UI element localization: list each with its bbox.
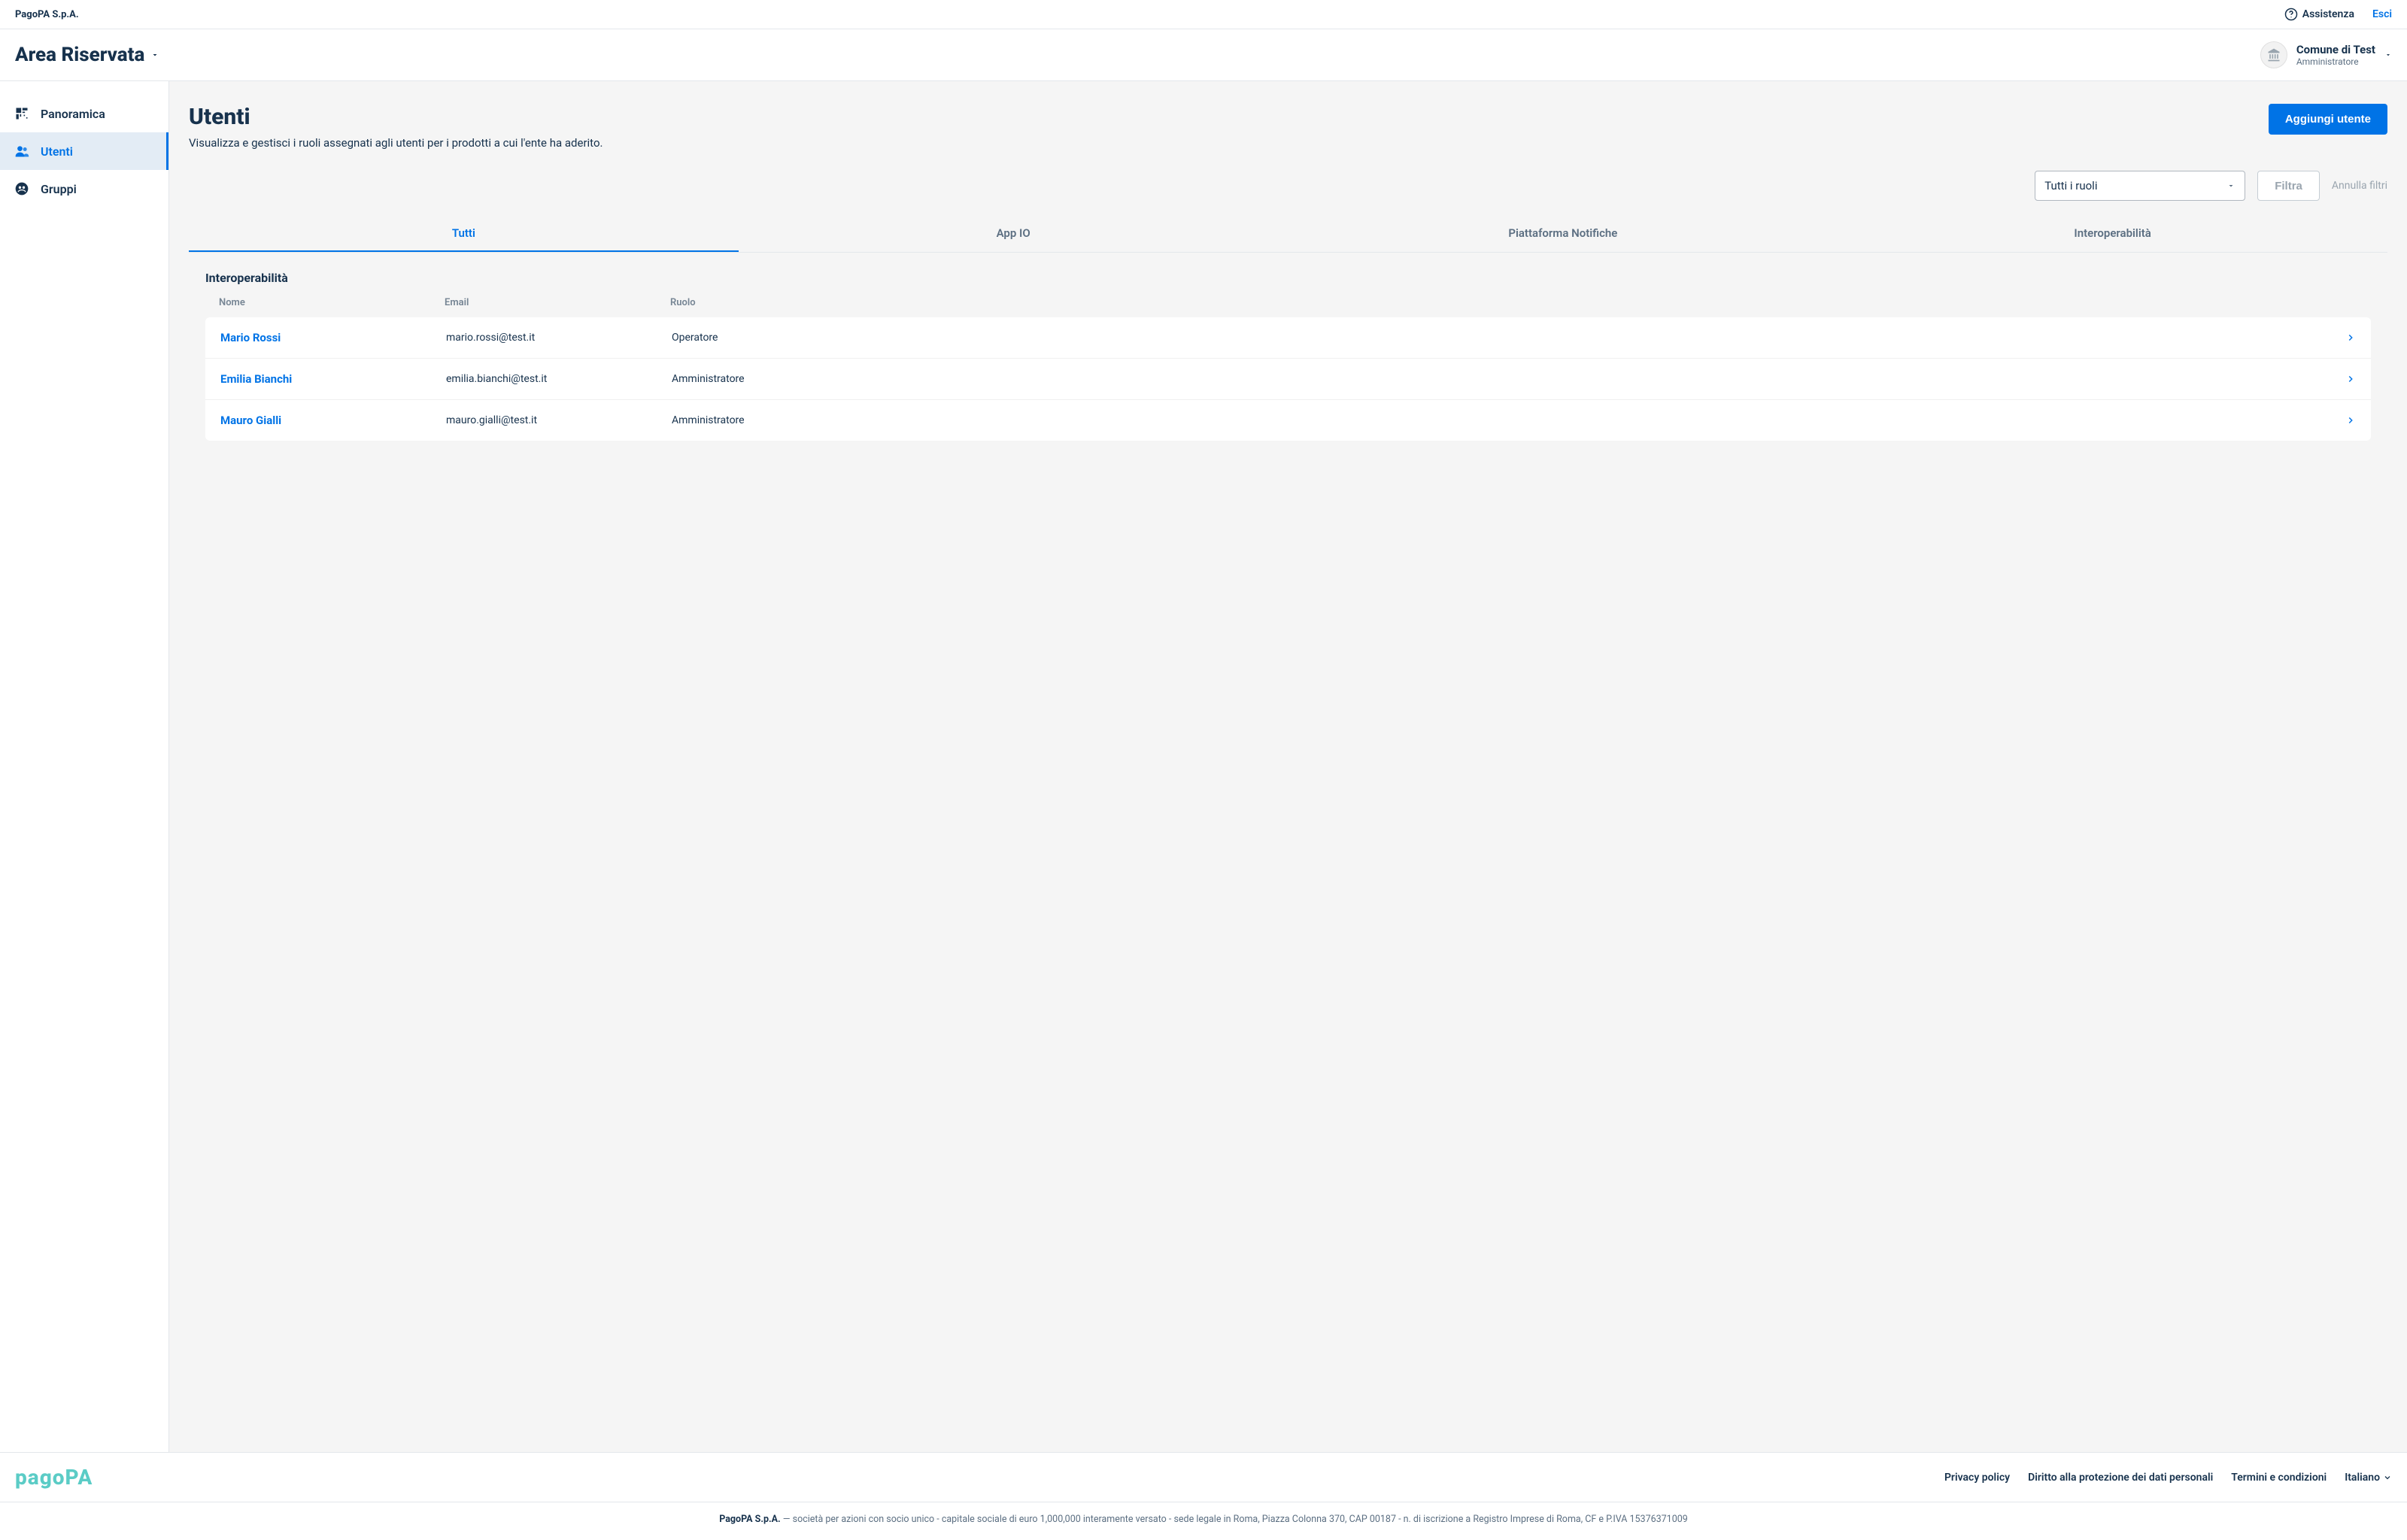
sidebar-item-label: Utenti — [41, 144, 73, 159]
footer-legal: PagoPA S.p.A. — società per azioni con s… — [0, 1502, 2407, 1538]
user-role: Operatore — [672, 332, 2345, 344]
sidebar-item-label: Panoramica — [41, 107, 105, 121]
caret-down-icon — [2226, 181, 2236, 190]
sidebar-item-label: Gruppi — [41, 182, 77, 196]
groups-icon — [14, 180, 30, 197]
footer: pagoPA Privacy policy Diritto alla prote… — [0, 1452, 2407, 1538]
sidebar-item-utenti[interactable]: Utenti — [0, 132, 168, 170]
role-select[interactable]: Tutti i ruoli — [2035, 171, 2245, 201]
footer-link-data[interactable]: Diritto alla protezione dei dati persona… — [2028, 1472, 2213, 1484]
area-dropdown[interactable]: Area Riservata — [15, 44, 159, 66]
page-description: Visualizza e gestisci i ruoli assegnati … — [189, 136, 603, 150]
user-name-link[interactable]: Mario Rossi — [220, 331, 446, 344]
user-row[interactable]: Mario Rossi mario.rossi@test.it Operator… — [205, 317, 2371, 358]
chevron-right-icon — [2345, 415, 2356, 426]
user-list: Mario Rossi mario.rossi@test.it Operator… — [205, 317, 2371, 441]
user-email: mario.rossi@test.it — [446, 332, 672, 344]
col-header-email: Email — [445, 297, 670, 308]
col-header-name: Nome — [219, 297, 445, 308]
footer-link-terms[interactable]: Termini e condizioni — [2231, 1472, 2327, 1484]
user-role: Amministratore — [672, 373, 2345, 385]
user-name-link[interactable]: Mauro Gialli — [220, 414, 446, 427]
assistance-label: Assistenza — [2302, 8, 2354, 20]
user-email: mauro.gialli@test.it — [446, 414, 672, 426]
user-row[interactable]: Emilia Bianchi emilia.bianchi@test.it Am… — [205, 358, 2371, 399]
brand-label: PagoPA S.p.A. — [15, 9, 79, 20]
org-role: Amministratore — [2296, 56, 2375, 67]
user-row[interactable]: Mauro Gialli mauro.gialli@test.it Ammini… — [205, 399, 2371, 441]
main-content: Utenti Visualizza e gestisci i ruoli ass… — [169, 81, 2407, 1452]
tab-interoperabilita[interactable]: Interoperabilità — [1838, 216, 2387, 252]
footer-logo: pagoPA — [15, 1465, 93, 1490]
clear-filters-link[interactable]: Annulla filtri — [2332, 180, 2387, 192]
topbar: PagoPA S.p.A. Assistenza Esci — [0, 0, 2407, 29]
sidebar: Panoramica Utenti Gruppi — [0, 81, 169, 1452]
section-title: Interoperabilità — [189, 253, 2387, 294]
tab-tutti[interactable]: Tutti — [189, 216, 739, 252]
add-user-button[interactable]: Aggiungi utente — [2269, 104, 2387, 135]
users-icon — [14, 143, 30, 159]
org-avatar — [2260, 41, 2287, 68]
footer-legal-brand: PagoPA S.p.A. — [719, 1514, 780, 1525]
dashboard-icon — [14, 105, 30, 122]
exit-link[interactable]: Esci — [2372, 8, 2392, 20]
chevron-right-icon — [2345, 332, 2356, 343]
page-title: Utenti — [189, 104, 603, 130]
tabs: Tutti App IO Piattaforma Notifiche Inter… — [189, 216, 2387, 253]
chevron-down-icon — [2383, 1473, 2392, 1482]
col-header-role: Ruolo — [670, 297, 2357, 308]
headerbar: Area Riservata Comune di Test Amministra… — [0, 29, 2407, 81]
filter-button[interactable]: Filtra — [2257, 171, 2320, 201]
user-email: emilia.bianchi@test.it — [446, 373, 672, 385]
language-selector[interactable]: Italiano — [2345, 1472, 2392, 1484]
user-role: Amministratore — [672, 414, 2345, 426]
caret-down-icon — [2384, 51, 2392, 59]
help-icon — [2284, 8, 2298, 21]
chevron-right-icon — [2345, 374, 2356, 384]
area-title-label: Area Riservata — [15, 44, 144, 66]
language-label: Italiano — [2345, 1472, 2380, 1484]
org-switcher[interactable]: Comune di Test Amministratore — [2260, 41, 2392, 68]
caret-down-icon — [150, 50, 159, 59]
tab-appio[interactable]: App IO — [739, 216, 1288, 252]
institution-icon — [2266, 47, 2281, 62]
sidebar-item-gruppi[interactable]: Gruppi — [0, 170, 168, 208]
assistance-link[interactable]: Assistenza — [2284, 8, 2354, 21]
table-header: Nome Email Ruolo — [189, 294, 2387, 317]
org-name: Comune di Test — [2296, 43, 2375, 56]
user-name-link[interactable]: Emilia Bianchi — [220, 372, 446, 386]
sidebar-item-panoramica[interactable]: Panoramica — [0, 95, 168, 132]
tab-piattaforma-notifiche[interactable]: Piattaforma Notifiche — [1288, 216, 1838, 252]
footer-link-privacy[interactable]: Privacy policy — [1944, 1472, 2010, 1484]
role-select-value: Tutti i ruoli — [2044, 179, 2097, 192]
footer-legal-text: — società per azioni con socio unico - c… — [781, 1514, 1688, 1525]
